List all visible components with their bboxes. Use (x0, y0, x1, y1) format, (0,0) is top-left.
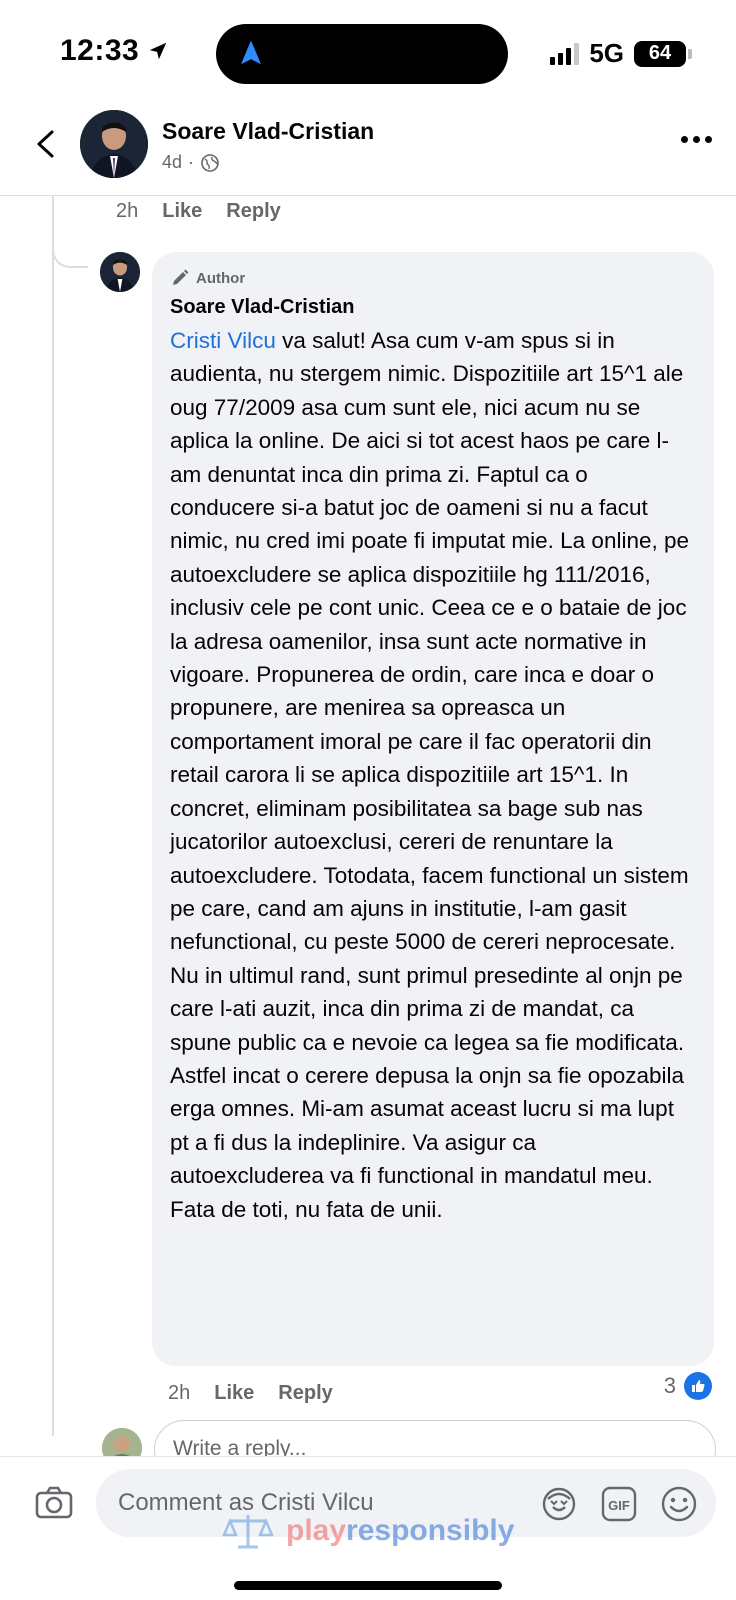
reply-button[interactable]: Reply (278, 1382, 332, 1405)
commenter-name[interactable]: Soare Vlad-Cristian (170, 296, 696, 322)
meta-separator: · (188, 152, 195, 172)
more-options-icon[interactable] (681, 136, 712, 143)
battery-icon: 64 (634, 40, 692, 67)
mention-link[interactable]: Cristi Vilcu (170, 328, 276, 353)
author-badge: Author (170, 266, 696, 290)
gif-icon[interactable]: GIF (600, 1485, 638, 1523)
reaction-count: 3 (663, 1373, 676, 1398)
pencil-icon (173, 269, 189, 285)
status-bar: 12:33 5G 64 (0, 0, 736, 100)
scale-logo-icon (222, 1515, 274, 1549)
home-indicator[interactable] (234, 1581, 502, 1590)
prev-comment-time: 2h (116, 200, 139, 222)
watermark: playresponsibly (220, 1511, 514, 1551)
composer-icons: GIF (540, 1485, 698, 1523)
poster-name[interactable]: Soare Vlad-Cristian (162, 118, 374, 145)
post-meta: 4d · (162, 152, 220, 173)
avatar-sticker-icon[interactable] (540, 1485, 578, 1523)
author-label: Author (196, 269, 246, 287)
svg-text:GIF: GIF (608, 1498, 630, 1513)
thumbs-up-icon (684, 1372, 712, 1400)
comment-bubble: Author Soare Vlad-Cristian Cristi Vilcu … (152, 252, 714, 1366)
thread-connector (52, 196, 88, 268)
cell-signal-icon (550, 42, 580, 65)
like-button[interactable]: Like (214, 1382, 254, 1405)
profile-photo-icon (80, 110, 148, 178)
clock: 12:33 (60, 34, 169, 68)
status-indicators: 5G 64 (550, 38, 692, 69)
comment-text: Cristi Vilcu va salut! Asa cum v-am spus… (170, 324, 696, 1226)
clock-time: 12:33 (60, 34, 140, 67)
battery-level: 64 (648, 42, 672, 64)
comment-actions: 2h Like Reply (168, 1382, 333, 1405)
comment-avatar[interactable] (100, 252, 140, 292)
back-arrow-icon[interactable] (26, 124, 66, 164)
location-arrow-icon (149, 42, 167, 60)
avatar[interactable] (80, 110, 148, 178)
comment-body: va salut! Asa cum v-am spus si in audien… (170, 328, 690, 1222)
prev-like-button[interactable]: Like (162, 200, 202, 223)
globe-icon (201, 153, 219, 172)
camera-icon[interactable] (34, 1485, 74, 1521)
post-header: Soare Vlad-Cristian 4d · (0, 100, 736, 196)
network-type: 5G (589, 38, 624, 68)
reaction-summary[interactable]: 3 (664, 1372, 712, 1400)
dynamic-island (216, 24, 508, 84)
watermark-responsibly: responsibly (346, 1514, 515, 1547)
profile-photo-icon (100, 252, 140, 292)
watermark-play: play (286, 1514, 347, 1547)
emoji-icon[interactable] (660, 1485, 698, 1523)
prev-comment-actions: 2h Like Reply (116, 200, 281, 223)
comment-composer-bar: Comment as Cristi Vilcu GIF playresponsi… (0, 1456, 736, 1600)
navigation-icon (241, 40, 261, 65)
thread-line (52, 196, 54, 1436)
post-age[interactable]: 4d (162, 152, 182, 173)
comment-time: 2h (168, 1382, 191, 1404)
prev-reply-button[interactable]: Reply (226, 200, 280, 223)
